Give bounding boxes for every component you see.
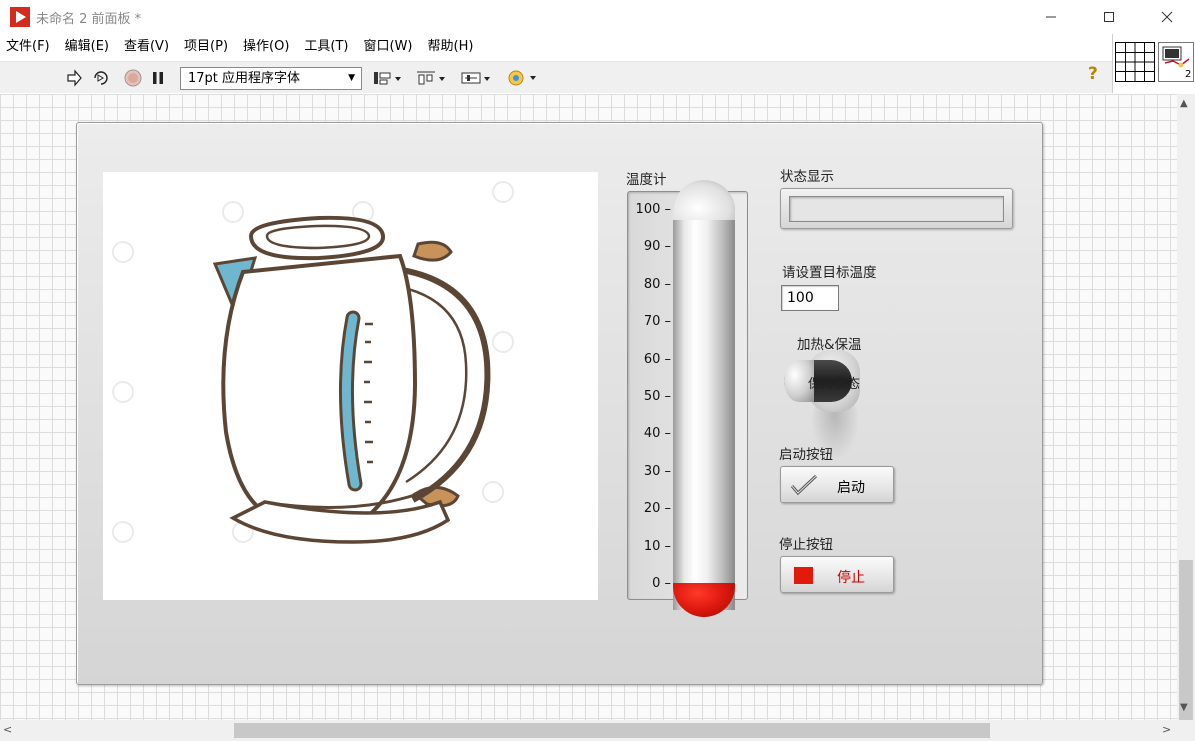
thermometer-label: 温度计 <box>626 172 667 188</box>
run-continuously-icon <box>94 71 108 85</box>
thermometer-tick: 20 – <box>643 501 671 517</box>
run-button[interactable] <box>64 66 84 90</box>
vertical-scroll-thumb[interactable] <box>1179 560 1193 741</box>
align-objects-button[interactable] <box>370 66 404 90</box>
run-continuously-button[interactable] <box>90 66 112 90</box>
scroll-right-icon[interactable]: > <box>1162 723 1171 736</box>
menu-operate[interactable]: 操作(O) <box>237 34 298 60</box>
scroll-down-icon[interactable]: ▼ <box>1180 702 1188 713</box>
thermometer-tick: 90 – <box>643 239 671 255</box>
scroll-corner <box>1177 720 1195 741</box>
kettle-image <box>112 181 514 544</box>
status-label: 状态显示 <box>780 169 834 185</box>
thermometer-tick: 30 – <box>643 463 671 479</box>
resize-objects-button[interactable] <box>458 66 494 90</box>
font-select-value: 17pt 应用程序字体 <box>188 71 301 86</box>
stop-button-text: 停止 <box>837 570 865 586</box>
thermometer-tick: 60 – <box>643 351 671 367</box>
close-icon <box>1161 11 1173 23</box>
vi-icon-number: 2 <box>1185 69 1192 80</box>
kettle-picture <box>103 172 598 600</box>
window-title: 未命名 2 前面板 * <box>36 12 142 27</box>
switch-state-text: 保持状态 <box>808 377 861 392</box>
distribute-objects-button[interactable] <box>414 66 448 90</box>
target-temperature-label: 请设置目标温度 <box>782 265 877 281</box>
pause-button[interactable] <box>148 66 168 90</box>
thermometer-tick: 40 – <box>643 426 671 442</box>
horizontal-scroll-thumb[interactable] <box>234 723 990 738</box>
align-objects-icon <box>374 72 401 85</box>
status-display <box>780 188 1013 229</box>
toolbar-divider <box>1112 34 1113 93</box>
menu-project[interactable]: 项目(P) <box>178 34 237 60</box>
menu-help[interactable]: 帮助(H) <box>422 34 483 60</box>
font-select[interactable]: 17pt 应用程序字体 ▼ <box>180 67 362 90</box>
stop-square-icon <box>794 567 813 584</box>
check-icon <box>790 474 818 496</box>
toolbar: 17pt 应用程序字体 ▼ <box>0 61 1112 93</box>
vi-icon[interactable]: 2 <box>1158 42 1194 82</box>
menu-window[interactable]: 窗口(W) <box>358 34 422 60</box>
horizontal-scrollbar[interactable]: < > <box>0 720 1177 741</box>
minimize-icon <box>1046 16 1056 18</box>
minimize-button[interactable] <box>1022 0 1080 34</box>
title-bar: 未命名 2 前面板 * <box>0 0 1195 34</box>
start-button[interactable]: 启动 <box>780 466 894 503</box>
resize-objects-icon <box>461 72 490 84</box>
thermometer-tick: 80 – <box>643 276 671 292</box>
pause-icon <box>153 72 163 84</box>
reorder-icon <box>508 70 536 86</box>
target-temperature-input[interactable]: 100 <box>781 285 839 311</box>
thermometer-tick: 100 – <box>635 202 671 217</box>
thermometer-tick: 50 – <box>643 389 671 404</box>
abort-button[interactable] <box>122 66 144 90</box>
thermometer-tick: 0 – <box>652 576 671 591</box>
distribute-objects-icon <box>417 71 445 85</box>
maximize-icon <box>1104 12 1114 22</box>
labview-app-icon <box>10 7 30 27</box>
menu-view[interactable]: 查看(V) <box>118 34 178 60</box>
run-arrow-icon <box>67 69 82 87</box>
connector-pane-icon[interactable] <box>1115 42 1155 82</box>
scroll-left-icon[interactable]: < <box>3 723 12 736</box>
menu-tools[interactable]: 工具(T) <box>298 34 357 60</box>
start-button-label: 启动按钮 <box>779 447 833 463</box>
start-button-text: 启动 <box>837 480 865 496</box>
thermometer-tick: 10 – <box>643 538 671 554</box>
dropdown-arrow-icon: ▼ <box>348 73 355 83</box>
scroll-up-icon[interactable]: ▲ <box>1180 98 1188 109</box>
vertical-scrollbar[interactable]: ▲ ▼ <box>1177 94 1195 741</box>
help-icon[interactable]: ? <box>1088 64 1106 88</box>
menu-bar: 文件(F) 编辑(E) 查看(V) 项目(P) 操作(O) 工具(T) 窗口(W… <box>0 34 1112 60</box>
abort-stop-icon <box>124 69 142 87</box>
close-button[interactable] <box>1138 0 1195 34</box>
menu-edit[interactable]: 编辑(E) <box>59 34 118 60</box>
thermometer-tick: 70 – <box>643 314 671 330</box>
thermometer-tube <box>673 180 735 610</box>
menu-file[interactable]: 文件(F) <box>0 34 59 60</box>
reorder-button[interactable] <box>504 66 540 90</box>
stop-button[interactable]: 停止 <box>780 556 894 593</box>
stop-button-label: 停止按钮 <box>779 537 833 553</box>
maximize-button[interactable] <box>1080 0 1138 34</box>
status-display-value <box>789 196 1004 222</box>
